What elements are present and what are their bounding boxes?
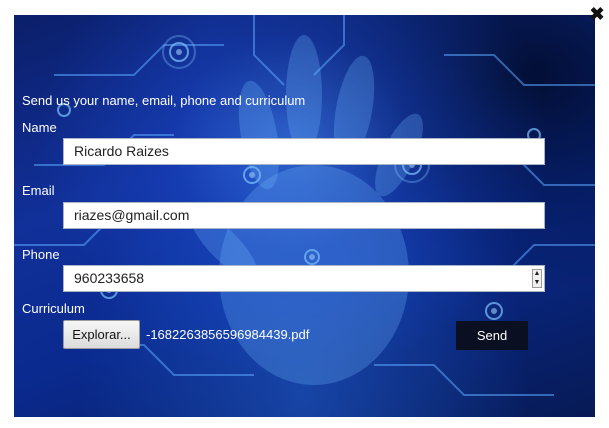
- phone-value: 960233658: [74, 270, 145, 286]
- name-value: Ricardo Raizes: [74, 143, 169, 159]
- phone-label: Phone: [22, 247, 60, 262]
- phone-spinner[interactable]: ▲ ▼: [532, 269, 542, 288]
- spinner-down-icon[interactable]: ▼: [533, 279, 541, 288]
- email-value: riazes@gmail.com: [74, 207, 190, 223]
- spinner-up-icon[interactable]: ▲: [533, 270, 541, 279]
- form-intro: Send us your name, email, phone and curr…: [22, 93, 306, 108]
- name-label: Name: [22, 120, 57, 135]
- selected-file-name: -168226385659698443​9.pdf: [146, 327, 310, 342]
- email-label: Email: [22, 183, 55, 198]
- browse-file-button[interactable]: Explorar...: [63, 320, 140, 349]
- email-field[interactable]: riazes@gmail.com: [63, 202, 545, 229]
- close-icon[interactable]: ✖: [588, 5, 606, 23]
- curriculum-label: Curriculum: [22, 301, 85, 316]
- send-button[interactable]: Send: [456, 321, 528, 350]
- name-field[interactable]: Ricardo Raizes: [63, 138, 545, 165]
- phone-field[interactable]: 960233658 ▲ ▼: [63, 265, 545, 292]
